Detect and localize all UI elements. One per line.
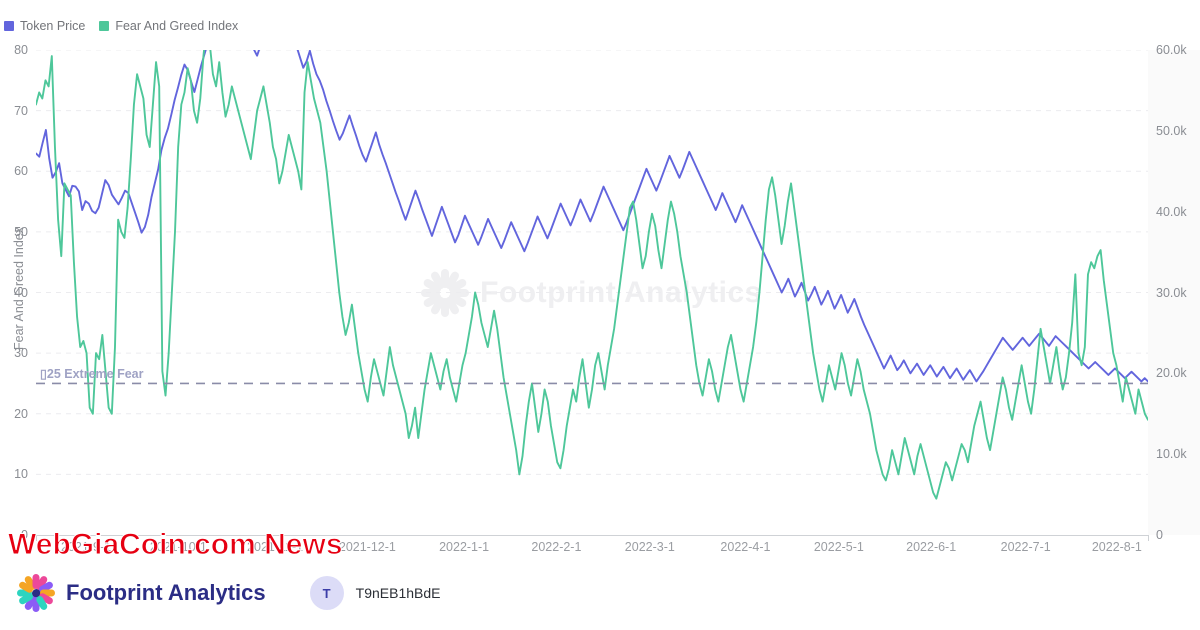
x-axis-tick-label: 2022-3-1 xyxy=(624,540,675,554)
y-axis-right-tick-label: 50.0k xyxy=(1156,123,1187,138)
legend-swatch-icon xyxy=(4,21,14,31)
x-axis-tick-label: 2022-4-1 xyxy=(720,540,771,554)
legend-swatch-icon xyxy=(99,21,110,31)
news-watermark-banner: WebGiaCoin.com News xyxy=(8,528,344,562)
x-axis-tick-label: 2022-7-1 xyxy=(1000,540,1051,554)
legend-item-token-price[interactable]: Token Price xyxy=(4,19,85,33)
user-chip[interactable]: T T9nEB1hBdE xyxy=(309,576,441,610)
x-axis-tick-mark xyxy=(1148,535,1149,541)
pinwheel-logo-icon xyxy=(16,573,56,613)
y-axis-left-tick-label: 80 xyxy=(14,43,28,57)
y-axis-left-tick-label: 10 xyxy=(14,467,28,482)
footprint-brand[interactable]: Footprint Analytics xyxy=(16,573,266,613)
y-axis-left-tick-label: 20 xyxy=(14,406,28,421)
legend-item-fear-and-greed-index[interactable]: Fear And Greed Index xyxy=(99,19,238,33)
x-axis-tick-label: 2022-1-1 xyxy=(439,540,490,554)
y-axis-right-tick-label: 30.0k xyxy=(1156,285,1187,300)
user-name: T9nEB1hBdE xyxy=(355,585,441,601)
y-axis-left-tick-label: 70 xyxy=(14,103,28,118)
plot-area[interactable]: Footprint Analytics ▯25 Extreme Fear xyxy=(36,50,1148,535)
x-axis-tick-label: 2022-6-1 xyxy=(906,540,957,554)
brand-name: Footprint Analytics xyxy=(66,580,266,605)
chart-legend: Token Price Fear And Greed Index xyxy=(4,18,238,34)
y-axis-right-tick-label: 0 xyxy=(1156,528,1163,542)
threshold-annotation-label: ▯25 Extreme Fear xyxy=(40,367,144,382)
y-axis-right-tick-label: 40.0k xyxy=(1156,204,1187,219)
footer: Footprint Analytics T T9nEB1hBdE xyxy=(0,556,1200,630)
y-axis-right-tick-label: 60.0k xyxy=(1156,43,1187,57)
x-axis-tick-label: 2022-8-1 xyxy=(1091,540,1142,554)
y-axis-right-tick-label: 10.0k xyxy=(1156,447,1187,462)
legend-label: Token Price xyxy=(20,19,86,33)
y-axis-right-tick-label: 20.0k xyxy=(1156,366,1187,381)
chart-page: Token Price Fear And Greed Index Footpri… xyxy=(0,0,1200,630)
chart-container: Footprint Analytics ▯25 Extreme Fear 0 10… xyxy=(0,40,1200,554)
x-axis-tick-label: 2022-2-1 xyxy=(531,540,582,554)
x-axis-tick-label: 2021-12-1 xyxy=(338,540,396,554)
y-axis-left-title: Fear And Greed Index xyxy=(12,227,26,350)
series-lines xyxy=(36,50,1148,500)
x-axis-tick-label: 2022-5-1 xyxy=(813,540,864,554)
y-axis-left-tick-label: 60 xyxy=(14,164,28,179)
legend-label: Fear And Greed Index xyxy=(115,19,239,33)
avatar: T xyxy=(309,576,344,610)
